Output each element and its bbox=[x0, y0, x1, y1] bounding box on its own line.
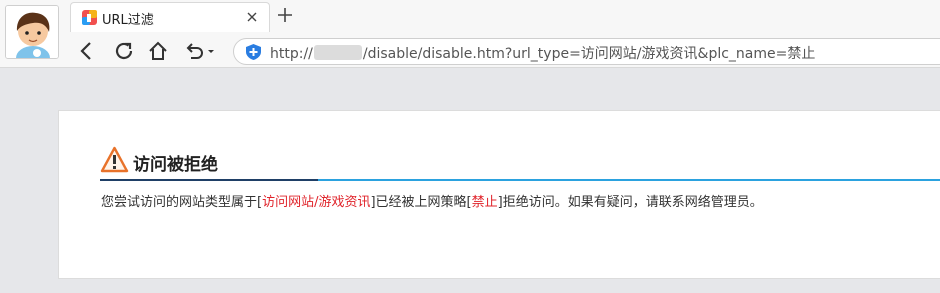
title-rule-dark bbox=[100, 179, 318, 181]
url-prefix: http:// bbox=[270, 46, 313, 62]
redacted-host bbox=[313, 45, 362, 60]
tab-title: URL过滤 bbox=[102, 13, 154, 28]
block-message: 您尝试访问的网站类型属于[访问网站/游戏资讯]已经被上网策略[禁止]拒绝访问。如… bbox=[101, 191, 763, 210]
blocked-category: 访问网站/游戏资讯 bbox=[262, 195, 371, 210]
new-tab-icon[interactable] bbox=[277, 7, 293, 23]
avatar-image bbox=[6, 6, 58, 58]
browser-tab[interactable]: URL过滤 bbox=[70, 2, 270, 32]
address-bar[interactable]: http:// /disable/disable.htm?url_type=访问网… bbox=[233, 38, 940, 65]
user-avatar[interactable] bbox=[5, 5, 59, 59]
message-part1: 您尝试访问的网站类型属于[ bbox=[101, 195, 263, 210]
address-url[interactable]: http:// /disable/disable.htm?url_type=访问网… bbox=[270, 43, 815, 63]
undo-icon[interactable] bbox=[182, 40, 216, 62]
back-icon[interactable] bbox=[76, 40, 98, 62]
warning-icon bbox=[100, 146, 129, 173]
browser-chrome: URL过滤 http:// /disable/disable.htm?url_ty… bbox=[0, 0, 940, 68]
message-part2: ]已经被上网策略[ bbox=[370, 195, 472, 210]
security-shield-icon[interactable] bbox=[246, 44, 261, 60]
home-icon[interactable] bbox=[147, 40, 169, 62]
close-tab-icon[interactable] bbox=[245, 10, 259, 24]
message-part3: ]拒绝访问。如果有疑问，请联系网络管理员。 bbox=[497, 195, 763, 210]
reload-icon[interactable] bbox=[113, 40, 135, 62]
policy-name: 禁止 bbox=[471, 195, 498, 210]
page-title: 访问被拒绝 bbox=[133, 155, 218, 175]
site-favicon-icon bbox=[82, 10, 97, 25]
title-rule-light bbox=[318, 179, 940, 181]
url-path: /disable/disable.htm?url_type=访问网站/游戏资讯&… bbox=[362, 46, 816, 62]
